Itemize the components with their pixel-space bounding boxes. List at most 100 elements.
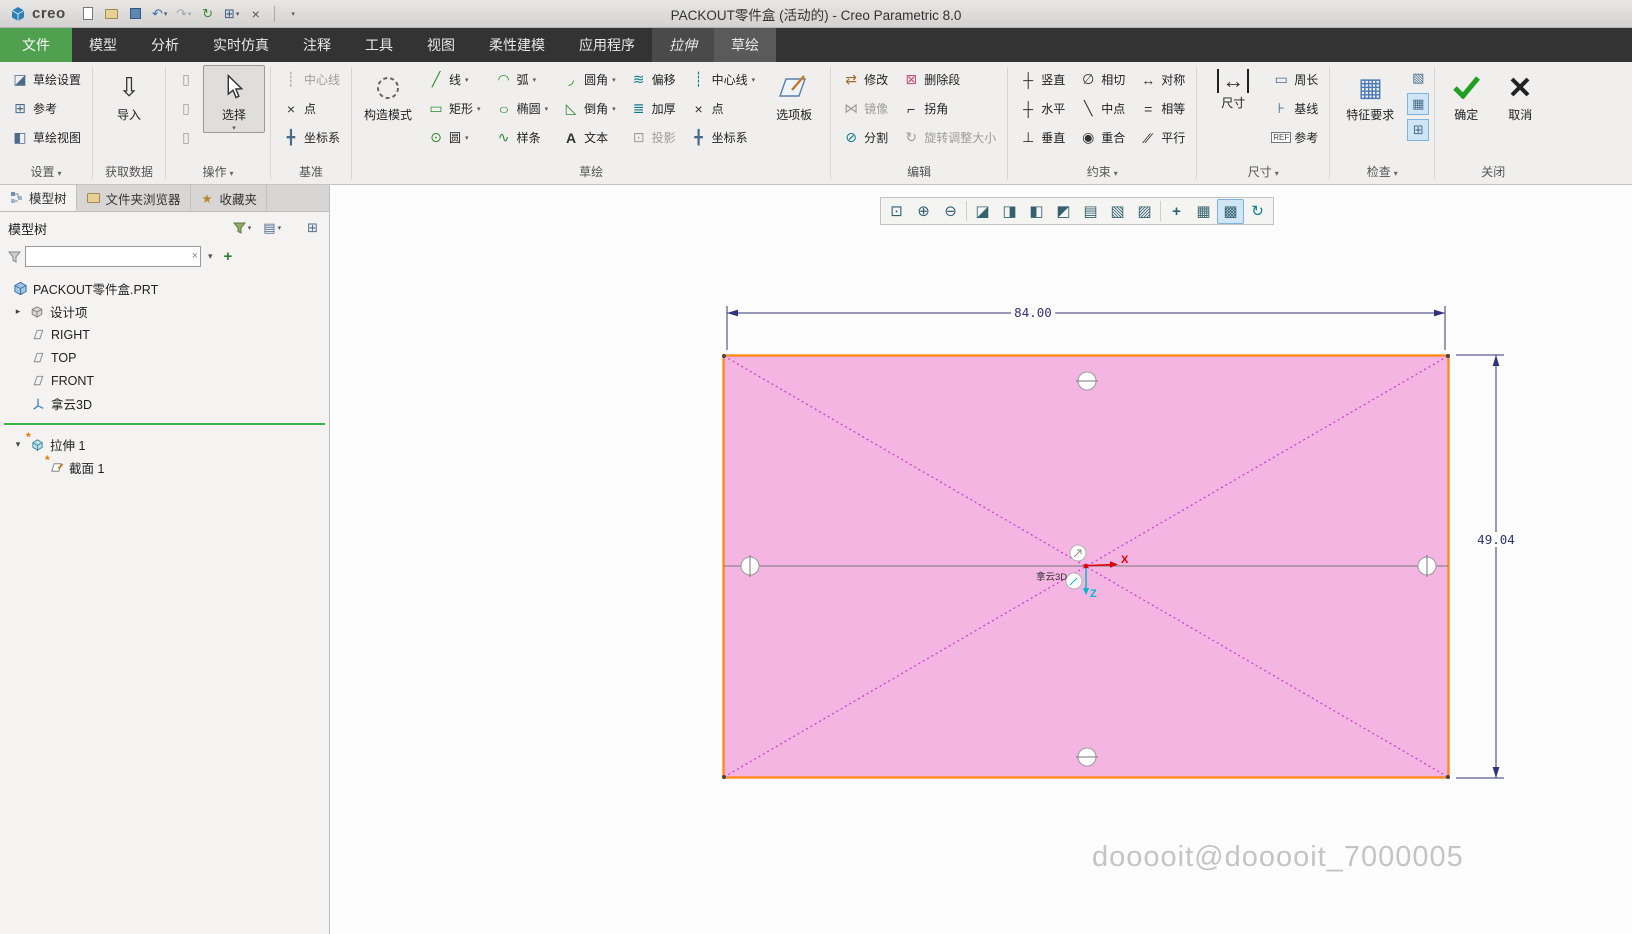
tab-folder-browser[interactable]: 文件夹浏览器 — [77, 185, 191, 211]
tree-item-right-plane[interactable]: RIGHT — [0, 323, 329, 346]
tab-analysis[interactable]: 分析 — [134, 28, 196, 62]
palette-button[interactable]: 选项板 — [763, 65, 825, 124]
tree-filters-button[interactable]: ▾ — [230, 220, 255, 236]
tab-model-tree[interactable]: 模型树 — [0, 185, 77, 211]
cancel-button[interactable]: 取消 — [1494, 65, 1546, 124]
divide-button[interactable]: ⊘分割 — [836, 123, 894, 152]
datum-point-button[interactable]: ×点 — [276, 94, 346, 123]
vertical-constraint-button[interactable]: ┼竖直 — [1013, 65, 1071, 94]
tab-applications[interactable]: 应用程序 — [562, 28, 652, 62]
construction-mode-button[interactable]: 构造模式 — [357, 65, 419, 124]
tree-item-section[interactable]: * 截面 1 — [0, 456, 329, 479]
feature-requirements-button[interactable]: ▦ 特征要求 — [1335, 65, 1405, 124]
group-label-dimension[interactable]: 尺寸▾ — [1197, 163, 1329, 184]
reference-dimension-button[interactable]: REF参考 — [1266, 123, 1324, 152]
perimeter-dimension-button[interactable]: ▭周长 — [1266, 65, 1324, 94]
parallel-constraint-button[interactable]: ∕∕平行 — [1133, 123, 1191, 152]
tab-file[interactable]: 文件 — [0, 28, 72, 62]
tree-item-csys[interactable]: 拿云3D — [0, 392, 329, 415]
width-dimension[interactable] — [727, 306, 1445, 350]
ellipse-tool-button[interactable]: ○椭圆▾ — [489, 94, 555, 123]
tree-filter-input[interactable] — [25, 246, 201, 267]
text-tool-button[interactable]: A文本 — [556, 123, 622, 152]
line-tool-button[interactable]: ╱线▾ — [421, 65, 487, 94]
coincident-constraint-button[interactable]: ◉重合 — [1073, 123, 1131, 152]
tab-tools[interactable]: 工具 — [348, 28, 410, 62]
origin-drag-handle[interactable] — [1070, 545, 1086, 561]
filter-dropdown-button[interactable]: ▾ — [205, 248, 216, 265]
group-label-constrain[interactable]: 约束▾ — [1008, 163, 1196, 184]
tree-columns-button[interactable]: ▤▾ — [260, 218, 284, 238]
redo-button[interactable]: ↷▾ — [174, 4, 194, 24]
fillet-tool-button[interactable]: ◞圆角▾ — [556, 65, 622, 94]
group-label-inspect[interactable]: 检查▾ — [1330, 163, 1434, 184]
baseline-dimension-button[interactable]: ⊦基线 — [1266, 94, 1324, 123]
spline-tool-button[interactable]: ∿样条 — [489, 123, 555, 152]
ok-button[interactable]: 确定 — [1440, 65, 1492, 124]
group-label-settings[interactable]: 设置▾ — [0, 163, 92, 184]
tab-extrude-dashboard[interactable]: 拉伸 — [652, 28, 714, 62]
corner-button[interactable]: ⌐拐角 — [896, 94, 1002, 123]
sketch-centerline-button[interactable]: ┊中心线▾ — [684, 65, 762, 94]
tab-view[interactable]: 视图 — [410, 28, 472, 62]
horizontal-constraint-button[interactable]: ┼水平 — [1013, 94, 1071, 123]
width-dimension-value[interactable]: 84.00 — [1011, 305, 1055, 320]
shade-closed-loops-toggle[interactable]: ▧ — [1407, 67, 1429, 89]
sketch-csys-button[interactable]: ╋坐标系 — [684, 123, 762, 152]
datum-centerline-button[interactable]: ┊中心线 — [276, 65, 346, 94]
offset-tool-button[interactable]: ≋偏移 — [624, 65, 682, 94]
height-dimension[interactable] — [1456, 355, 1504, 778]
expand-arrow-icon[interactable]: ▸ — [12, 306, 24, 317]
insert-here-indicator[interactable] — [4, 423, 325, 425]
datum-csys-button[interactable]: ╋坐标系 — [276, 123, 346, 152]
arc-tool-button[interactable]: ◠弧▾ — [489, 65, 555, 94]
windows-button[interactable]: ⊞▾ — [222, 4, 242, 24]
tangent-constraint-button[interactable]: ∅相切 — [1073, 65, 1131, 94]
customize-quick-access-button[interactable]: ▾ — [283, 4, 303, 24]
paste-special-button[interactable]: ▯ — [171, 94, 201, 123]
tree-panes-button[interactable]: ⊞ — [304, 218, 321, 238]
save-button[interactable] — [126, 4, 146, 24]
perpendicular-constraint-button[interactable]: ⊥垂直 — [1013, 123, 1071, 152]
height-dimension-value[interactable]: 49.04 — [1474, 532, 1518, 547]
filter-add-button[interactable]: + — [220, 248, 237, 265]
symmetric-constraint-button[interactable]: ↔对称 — [1133, 65, 1191, 94]
delete-segment-button[interactable]: ⊠删除段 — [896, 65, 1002, 94]
import-button[interactable]: ⇩ 导入 — [98, 65, 160, 124]
sketch-point-button[interactable]: ×点 — [684, 94, 762, 123]
tab-annotate[interactable]: 注释 — [286, 28, 348, 62]
equal-constraint-button[interactable]: =相等 — [1133, 94, 1191, 123]
tree-item-part[interactable]: PACKOUT零件盒.PRT — [0, 277, 329, 300]
tree-item-design-items[interactable]: ▸ 设计项 — [0, 300, 329, 323]
tab-favorites[interactable]: ★ 收藏夹 — [191, 185, 268, 211]
tab-flexible-modeling[interactable]: 柔性建模 — [472, 28, 562, 62]
graphics-area[interactable]: ⊡ ⊕ ⊖ ◪ ◨ ◧ ◩ ▤ ▧ ▨ + ▦ ▩ ↻ — [330, 185, 1632, 934]
clear-filter-icon[interactable]: × — [192, 249, 198, 263]
highlight-open-ends-toggle[interactable]: ▦ — [1407, 93, 1429, 115]
group-label-operations[interactable]: 操作▾ — [166, 163, 270, 184]
rotate-resize-button[interactable]: ↻旋转调整大小 — [896, 123, 1002, 152]
project-tool-button[interactable]: ⊡投影 — [624, 123, 682, 152]
collapse-arrow-icon[interactable]: ▾ — [12, 439, 24, 450]
tab-live-simulation[interactable]: 实时仿真 — [196, 28, 286, 62]
regenerate-button[interactable]: ↻ — [198, 4, 218, 24]
tree-item-front-plane[interactable]: FRONT — [0, 369, 329, 392]
open-file-button[interactable] — [102, 4, 122, 24]
origin-drag-handle-2[interactable] — [1066, 573, 1082, 589]
rectangle-tool-button[interactable]: ▭矩形▾ — [421, 94, 487, 123]
sketch-view-button[interactable]: ◧草绘视图 — [5, 123, 87, 152]
circle-tool-button[interactable]: ⊙圆▾ — [421, 123, 487, 152]
modify-button[interactable]: ⇄修改 — [836, 65, 894, 94]
tree-item-top-plane[interactable]: TOP — [0, 346, 329, 369]
new-file-button[interactable] — [78, 4, 98, 24]
thicken-tool-button[interactable]: ≣加厚 — [624, 94, 682, 123]
tab-model[interactable]: 模型 — [72, 28, 134, 62]
copy-button[interactable]: ▯ — [171, 123, 201, 152]
tab-sketch[interactable]: 草绘 — [714, 28, 776, 62]
midpoint-constraint-button[interactable]: ╲中点 — [1073, 94, 1131, 123]
chamfer-tool-button[interactable]: ◺倒角▾ — [556, 94, 622, 123]
select-button[interactable]: 选择 ▾ — [203, 65, 265, 133]
references-button[interactable]: ⊞参考 — [5, 94, 87, 123]
paste-button[interactable]: ▯ — [171, 65, 201, 94]
sketch-setup-button[interactable]: ◪草绘设置 — [5, 65, 87, 94]
